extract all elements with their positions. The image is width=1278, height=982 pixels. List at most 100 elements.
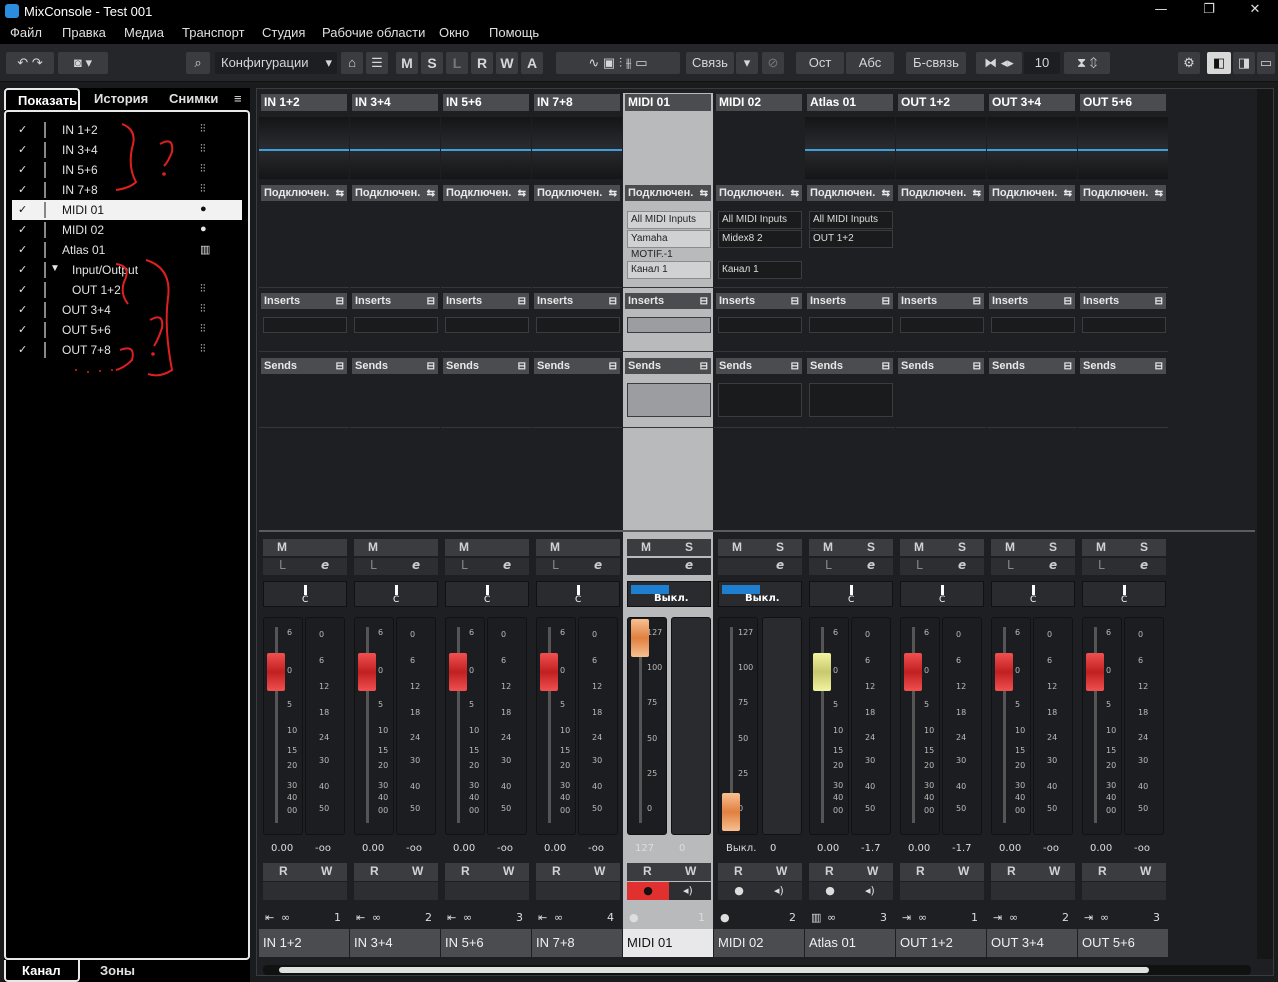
ost-button[interactable]: Ост (796, 52, 844, 74)
midi-channel[interactable]: Канал 1 (718, 261, 802, 279)
volume-value[interactable]: 0.00 (908, 843, 930, 854)
mute-button[interactable]: M (1096, 540, 1106, 554)
menu-media[interactable]: Медиа (124, 25, 164, 40)
solo-button[interactable]: S (1140, 540, 1148, 554)
link-button[interactable]: Связь (686, 52, 734, 74)
mute-button[interactable]: M (1005, 540, 1015, 554)
listen-button[interactable]: L (916, 558, 923, 572)
volume-fader[interactable] (540, 653, 558, 691)
right-zone-toggle[interactable]: ◨ (1233, 52, 1255, 74)
pan-control[interactable]: Выкл. (627, 581, 711, 607)
sends-header[interactable]: Sends ⊟ (352, 358, 438, 374)
listen-button[interactable]: L (1098, 558, 1105, 572)
volume-fader[interactable] (1086, 653, 1104, 691)
pan-control[interactable]: C (536, 581, 620, 607)
insert-slot[interactable] (627, 317, 711, 333)
undo-icon[interactable]: ↶ (17, 55, 28, 70)
peak-value[interactable]: -1.7 (861, 843, 881, 854)
routing-header[interactable]: Подключен. ⇆ (534, 185, 620, 201)
insert-slot[interactable] (809, 317, 893, 333)
volume-fader[interactable] (267, 653, 285, 691)
output-routing[interactable]: Yamaha MOTIF.-1 (627, 230, 711, 260)
send-slot[interactable] (627, 383, 711, 417)
mute-button[interactable]: M (550, 540, 560, 554)
channel-name-top[interactable]: Atlas 01 (807, 94, 893, 111)
insert-slot[interactable] (263, 317, 347, 333)
edit-icon[interactable]: e (958, 558, 966, 572)
pan-control[interactable]: C (991, 581, 1075, 607)
volume-fader[interactable] (449, 653, 467, 691)
menu-file[interactable]: Файл (10, 25, 42, 40)
volume-value[interactable]: Выкл. (726, 843, 756, 854)
insert-slot[interactable] (900, 317, 984, 333)
listen-button[interactable]: L (552, 558, 559, 572)
channel-name-top[interactable]: MIDI 01 (625, 94, 711, 111)
sends-header[interactable]: Sends ⊟ (898, 358, 984, 374)
abs-button[interactable]: Абс (846, 52, 894, 74)
volume-value[interactable]: 0.00 (453, 843, 475, 854)
channel-count-field[interactable]: 10 (1024, 52, 1060, 74)
write-button[interactable]: W (867, 864, 878, 878)
settings-button[interactable]: ⚙ (1178, 52, 1200, 74)
edit-icon[interactable]: e (685, 558, 693, 572)
edit-icon[interactable]: e (412, 558, 420, 572)
channel-name-top[interactable]: OUT 3+4 (989, 94, 1075, 111)
write-button[interactable]: W (776, 864, 787, 878)
channel-name-top[interactable]: IN 7+8 (534, 94, 620, 111)
peak-value[interactable]: -1.7 (952, 843, 972, 854)
write-button[interactable]: W (412, 864, 423, 878)
read-button[interactable]: R (734, 864, 743, 878)
channel-name-bottom[interactable]: IN 3+4 (350, 929, 440, 957)
mute-all-button[interactable]: M (396, 52, 418, 74)
listen-all-button[interactable]: L (446, 52, 468, 74)
write-button[interactable]: W (1140, 864, 1151, 878)
peak-value[interactable]: -oo (315, 843, 331, 854)
search-button[interactable]: ⌕ (186, 52, 210, 74)
height-toggle-group[interactable]: ⧗ ⇕ (1064, 52, 1110, 74)
horizontal-scrollbar[interactable] (263, 965, 1251, 975)
menu-help[interactable]: Помощь (489, 25, 539, 40)
listen-button[interactable]: L (461, 558, 468, 572)
peak-value[interactable]: -oo (1043, 843, 1059, 854)
mute-button[interactable]: M (732, 540, 742, 554)
edit-icon[interactable]: e (867, 558, 875, 572)
inserts-header[interactable]: Inserts ⊟ (1080, 293, 1166, 309)
read-button[interactable]: R (370, 864, 379, 878)
channel-name-bottom[interactable]: MIDI 02 (714, 929, 804, 957)
routing-header[interactable]: Подключен. ⇆ (807, 185, 893, 201)
insert-slot[interactable] (1082, 317, 1166, 333)
channel-name-bottom[interactable]: Atlas 01 (805, 929, 895, 957)
write-button[interactable]: W (1049, 864, 1060, 878)
sends-header[interactable]: Sends ⊟ (625, 358, 711, 374)
channel-name-top[interactable]: OUT 1+2 (898, 94, 984, 111)
inserts-header[interactable]: Inserts ⊟ (443, 293, 529, 309)
routing-header[interactable]: Подключен. ⇆ (261, 185, 347, 201)
solo-button[interactable]: S (867, 540, 875, 554)
mute-button[interactable]: M (277, 540, 287, 554)
pan-control[interactable]: C (900, 581, 984, 607)
sends-header[interactable]: Sends ⊟ (261, 358, 347, 374)
edit-icon[interactable]: e (776, 558, 784, 572)
read-button[interactable]: R (916, 864, 925, 878)
inserts-header[interactable]: Inserts ⊟ (352, 293, 438, 309)
volume-value[interactable]: 0.00 (271, 843, 293, 854)
channel-name-bottom[interactable]: MIDI 01 (623, 929, 713, 957)
listen-button[interactable]: L (370, 558, 377, 572)
solo-button[interactable]: S (776, 540, 784, 554)
channel-name-bottom[interactable]: IN 5+6 (441, 929, 531, 957)
volume-value[interactable]: 127 (635, 843, 654, 854)
sends-header[interactable]: Sends ⊟ (807, 358, 893, 374)
read-button[interactable]: R (279, 864, 288, 878)
peak-value[interactable]: -oo (1134, 843, 1150, 854)
sends-header[interactable]: Sends ⊟ (989, 358, 1075, 374)
mute-button[interactable]: M (914, 540, 924, 554)
routing-header[interactable]: Подключен. ⇆ (716, 185, 802, 201)
channel-name-top[interactable]: OUT 5+6 (1080, 94, 1166, 111)
vertical-scrollbar[interactable] (1257, 89, 1273, 959)
list-button[interactable]: ☰ (366, 52, 388, 74)
automation-button[interactable]: A (521, 52, 543, 74)
blink-button[interactable]: Б-связь (906, 52, 966, 74)
solo-all-button[interactable]: S (421, 52, 443, 74)
tab-zones[interactable]: Зоны (100, 963, 135, 978)
menu-window[interactable]: Окно (439, 25, 469, 40)
